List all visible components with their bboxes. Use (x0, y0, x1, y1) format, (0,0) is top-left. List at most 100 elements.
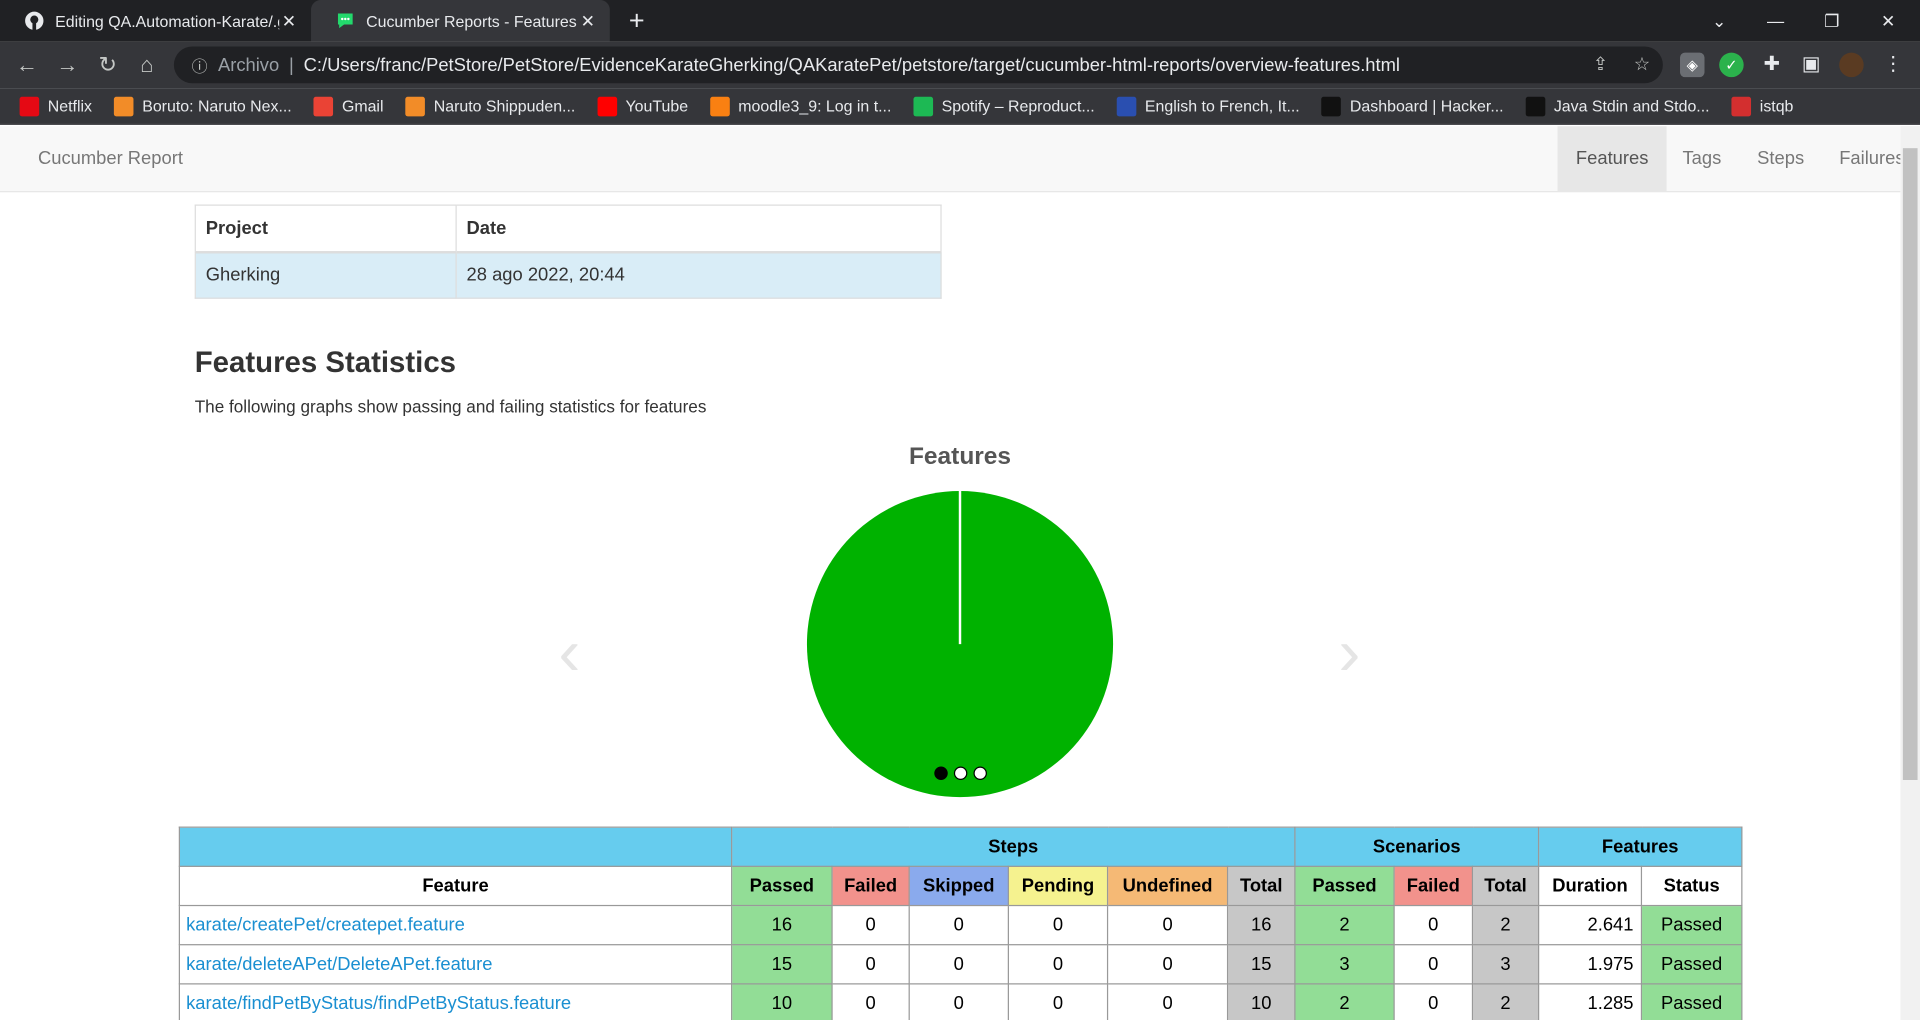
col-steps-passed[interactable]: Passed (731, 865, 833, 907)
features-stats-table: Steps Scenarios Features Feature Passed … (178, 826, 1743, 1020)
extension-shield-gray-icon[interactable]: ◈ (1680, 52, 1705, 78)
steps-passed-cell: 16 (731, 904, 833, 946)
scenarios-total-cell: 3 (1471, 944, 1540, 985)
scenarios-passed-cell: 2 (1294, 983, 1395, 1020)
project-value: Gherking (194, 251, 457, 299)
bookmark-item[interactable]: Spotify – Reproduct... (913, 96, 1095, 116)
moodle-icon (710, 96, 730, 116)
top-navbar: Cucumber Report Features Tags Steps Fail… (0, 126, 1901, 193)
separator: | (289, 54, 294, 76)
feature-link[interactable]: karate/findPetByStatus/findPetByStatus.f… (178, 983, 733, 1020)
feature-link[interactable]: karate/deleteAPet/DeleteAPet.feature (178, 944, 733, 985)
tab-cucumber-reports[interactable]: Cucumber Reports - Features Ov ✕ (311, 0, 610, 42)
carousel-prev-icon[interactable]: ‹ (551, 620, 588, 686)
section-title: Features Statistics (194, 346, 457, 380)
col-steps-failed[interactable]: Failed (831, 865, 910, 907)
bookmark-star-icon[interactable]: ☆ (1629, 51, 1656, 78)
brand-link[interactable]: Cucumber Report (38, 126, 183, 192)
group-header-empty (178, 826, 733, 867)
steps-failed-cell: 0 (831, 904, 910, 946)
scenarios-passed-cell: 3 (1294, 944, 1395, 985)
carousel-next-icon[interactable]: › (1331, 620, 1368, 686)
carousel-dot-1[interactable] (934, 766, 948, 781)
bookmark-item[interactable]: English to French, It... (1116, 96, 1300, 116)
bookmark-item[interactable]: Java Stdin and Stdo... (1525, 96, 1710, 116)
window-close-icon[interactable]: ✕ (1860, 0, 1916, 42)
project-info-table: Project Date Gherking 28 ago 2022, 20:44 (194, 204, 942, 299)
scrollbar-thumb[interactable] (1902, 148, 1918, 781)
nav-features[interactable]: Features (1557, 126, 1667, 192)
close-icon[interactable]: ✕ (578, 10, 598, 31)
bookmark-label: Spotify – Reproduct... (941, 96, 1095, 116)
nav-steps[interactable]: Steps (1739, 126, 1823, 191)
group-header-scenarios: Scenarios (1294, 826, 1540, 867)
minimize-icon[interactable]: — (1747, 0, 1803, 42)
forward-icon[interactable]: → (53, 50, 82, 79)
scenarios-failed-cell: 0 (1393, 983, 1474, 1020)
bookmark-label: Naruto Shippuden... (433, 96, 576, 116)
section-description: The following graphs show passing and fa… (194, 396, 707, 417)
new-tab-button[interactable]: + (622, 5, 651, 37)
col-duration[interactable]: Duration (1537, 865, 1643, 907)
url-text[interactable]: C:/Users/franc/PetStore/PetStore/Evidenc… (304, 54, 1400, 75)
group-header-steps: Steps (731, 826, 1296, 867)
menu-kebab-icon[interactable]: ⋮ (1881, 53, 1905, 77)
col-scenarios-total[interactable]: Total (1471, 865, 1540, 907)
bookmark-item[interactable]: Naruto Shippuden... (405, 96, 576, 116)
bookmark-item[interactable]: Dashboard | Hacker... (1321, 96, 1504, 116)
extensions-puzzle-icon[interactable]: ✚ (1760, 53, 1784, 77)
duration-cell: 2.641 (1537, 904, 1643, 946)
tab-search-icon[interactable]: ⌄ (1691, 0, 1747, 42)
steps-undefined-cell: 0 (1106, 904, 1229, 946)
steps-total-cell: 16 (1226, 904, 1296, 946)
col-scenarios-failed[interactable]: Failed (1393, 865, 1474, 907)
bookmark-item[interactable]: Boruto: Naruto Nex... (114, 96, 292, 116)
col-steps-pending[interactable]: Pending (1007, 865, 1109, 907)
profile-avatar[interactable] (1839, 52, 1864, 78)
scenarios-passed-cell: 2 (1294, 904, 1395, 946)
browser-toolbar: ← → ↻ ⌂ ⓘ Archivo | C:/Users/franc/PetSt… (0, 41, 1920, 89)
tab-github[interactable]: Editing QA.Automation-Karate/.g ✕ (0, 0, 311, 42)
page-scrollbar[interactable] (1900, 126, 1920, 1020)
home-icon[interactable]: ⌂ (132, 50, 161, 79)
cucumber-chat-icon (336, 11, 356, 31)
share-icon[interactable]: ⇪ (1587, 51, 1614, 78)
restore-icon[interactable]: ❐ (1804, 0, 1860, 42)
extension-shield-green-icon[interactable]: ✓ (1719, 52, 1744, 78)
bookmark-label: Java Stdin and Stdo... (1553, 96, 1710, 116)
bookmark-item[interactable]: Gmail (313, 96, 384, 116)
back-icon[interactable]: ← (12, 50, 41, 79)
close-icon[interactable]: ✕ (279, 10, 299, 31)
col-feature[interactable]: Feature (178, 865, 733, 907)
bookmark-label: Dashboard | Hacker... (1349, 96, 1504, 116)
carousel-dot-2[interactable] (953, 766, 968, 781)
date-header: Date (455, 204, 942, 253)
col-status[interactable]: Status (1640, 865, 1743, 907)
scenarios-total-cell: 2 (1471, 983, 1540, 1020)
address-bar[interactable]: ⓘ Archivo | C:/Users/franc/PetStore/PetS… (173, 46, 1663, 84)
col-steps-total[interactable]: Total (1226, 865, 1296, 907)
reload-icon[interactable]: ↻ (93, 50, 122, 79)
bookmark-item[interactable]: YouTube (597, 96, 688, 116)
features-pie-chart (806, 491, 1114, 798)
leaf-icon (405, 96, 426, 116)
duration-cell: 1.285 (1537, 983, 1643, 1020)
steps-undefined-cell: 0 (1106, 983, 1229, 1020)
nav-failures[interactable]: Failures (1821, 126, 1900, 191)
bookmark-item[interactable]: moodle3_9: Log in t... (710, 96, 891, 116)
col-steps-skipped[interactable]: Skipped (908, 865, 1009, 907)
status-cell: Passed (1640, 904, 1743, 946)
col-scenarios-passed[interactable]: Passed (1294, 865, 1395, 907)
bookmark-label: istqb (1759, 96, 1794, 116)
bookmark-label: Netflix (47, 96, 92, 116)
bookmark-item[interactable]: istqb (1731, 96, 1794, 116)
info-icon[interactable]: ⓘ (186, 53, 213, 76)
bookmark-item[interactable]: Netflix (19, 96, 92, 116)
carousel-dot-3[interactable] (973, 766, 987, 781)
nav-tags[interactable]: Tags (1664, 126, 1740, 191)
spotify-icon (913, 96, 934, 116)
status-cell: Passed (1640, 983, 1743, 1020)
col-steps-undefined[interactable]: Undefined (1106, 865, 1229, 907)
feature-link[interactable]: karate/createPet/createpet.feature (178, 904, 733, 946)
side-panel-icon[interactable]: ▣ (1799, 53, 1823, 77)
